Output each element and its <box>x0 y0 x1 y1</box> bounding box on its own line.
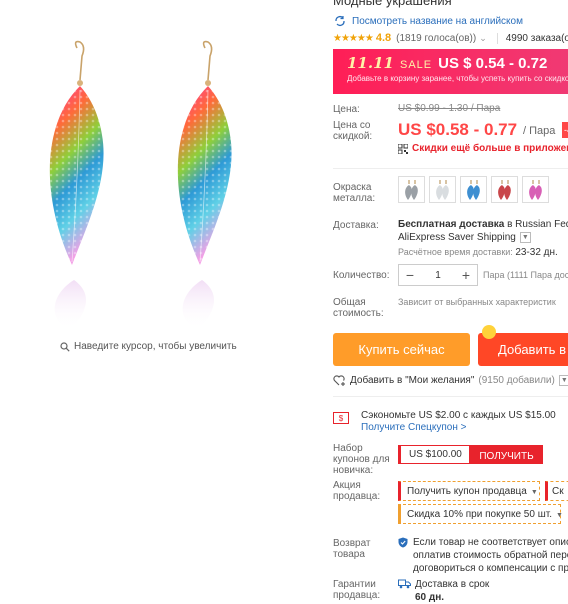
returns-line-3: договориться о компенсации с продавцом <box>413 563 568 574</box>
rating-value: 4.8 <box>375 32 392 44</box>
cart-badge <box>482 325 496 339</box>
quantity-stepper: − 1 + <box>398 264 478 286</box>
shipping-label: Доставка: <box>333 220 379 231</box>
color-swatch-silver[interactable] <box>398 176 425 203</box>
guarantee-line-2: 60 дн. <box>415 592 445 603</box>
orders-count: 4990 заказа(ов) <box>496 32 568 44</box>
delivery-time: Расчётное время доставки: 23-32 дн. <box>398 247 558 258</box>
shipping-title: Бесплатная доставка в Russian Federation <box>398 219 568 230</box>
coupon-text: Сэкономьте US $2.00 с каждых US $15.00 <box>361 410 556 421</box>
chevron-down-icon[interactable]: ▼ <box>519 232 531 243</box>
divider <box>333 396 568 397</box>
newbie-coupon-value: US $100.00 <box>398 445 470 464</box>
product-title: Модные украшения <box>333 0 452 8</box>
total-label: Общая стоимость: <box>333 297 384 319</box>
divider <box>333 168 568 169</box>
zoom-hint-text: Наведите курсор, чтобы увеличить <box>74 341 237 352</box>
quantity-input[interactable]: 1 <box>421 270 455 281</box>
heart-plus-icon <box>333 375 345 386</box>
earring-thumbnail-icon <box>466 179 480 200</box>
sale-badge: 11.11 <box>347 54 394 72</box>
svg-text:$: $ <box>339 414 344 423</box>
chevron-down-icon[interactable]: ⌄ <box>479 33 487 44</box>
returns-line-1: Если товар не соответствует описанию, <box>413 537 568 548</box>
quantity-label: Количество: <box>333 270 390 281</box>
price-unit: / Пара <box>523 125 556 137</box>
color-label: Окраска металла: <box>333 182 376 204</box>
caret-down-icon: ▼ <box>555 512 563 519</box>
product-photo[interactable] <box>30 40 290 330</box>
special-coupon: $ Сэкономьте US $2.00 с каждых US $15.00… <box>333 410 556 434</box>
earring-thumbnail-icon <box>435 179 449 200</box>
shipping-method-name[interactable]: AliExpress Saver Shipping <box>398 232 516 243</box>
quantity-available: Пара (1111 Пара доступно) <box>483 270 568 280</box>
seller-promo-label: Акция продавца: <box>333 480 381 502</box>
color-swatches <box>398 176 549 203</box>
discount-price: US $0.58 - 0.77 <box>398 120 518 139</box>
seller-discount-text[interactable]: Скидка 10% при покупке 50 шт. <box>407 509 552 520</box>
free-shipping-text: Бесплатная доставка <box>398 219 505 230</box>
guarantee-line-1: Доставка в срок <box>415 579 490 590</box>
seller-coupon-dropdown-2[interactable]: Ск <box>545 481 568 501</box>
sale-price: US $ 0.54 - 0.72 <box>438 55 548 72</box>
rating-row: ★★★★★ 4.8 (1819 голоса(ов)) ⌄ 4990 заказ… <box>333 32 568 44</box>
sale-banner[interactable]: 11.11 SALE US $ 0.54 - 0.72 Добавьте в к… <box>333 49 568 94</box>
shield-icon <box>398 537 408 548</box>
star-rating-icon: ★★★★★ <box>333 32 374 44</box>
zoom-hint: Наведите курсор, чтобы увеличить <box>60 341 237 352</box>
discount-badge: -4 <box>562 122 568 138</box>
returns-line-2: оплатив стоимость обратной пересылки, <box>413 550 568 561</box>
coupon-icon: $ <box>333 412 349 424</box>
delivery-time-label: Расчётное время доставки: <box>398 247 513 257</box>
increase-button[interactable]: + <box>455 267 477 283</box>
earring-thumbnail-icon <box>528 179 542 200</box>
color-swatch-white[interactable] <box>429 176 456 203</box>
truck-icon <box>398 579 411 589</box>
color-swatch-blue[interactable] <box>460 176 487 203</box>
seller-coupon-text[interactable]: Получить купон продавца <box>407 486 527 497</box>
guarantee-label: Гарантии продавца: <box>333 579 381 601</box>
image-pane: Наведите курсор, чтобы увеличить <box>0 0 320 604</box>
sale-subtitle: Добавьте в корзину заранее, чтобы успеть… <box>347 74 568 83</box>
newbie-coupon: US $100.00 ПОЛУЧИТЬ <box>398 445 543 464</box>
color-swatch-red-green[interactable] <box>491 176 518 203</box>
earring-right <box>177 40 232 330</box>
wishlist-row[interactable]: Добавить в "Мои желания" (9150 добавили)… <box>333 374 568 386</box>
earring-left <box>49 40 104 330</box>
shipping-destination: в Russian Federation <box>507 219 568 230</box>
wishlist-count: (9150 добавили) <box>478 374 555 386</box>
seller-coupon-dropdown[interactable]: Получить купон продавца ▼ <box>398 481 540 501</box>
decrease-button[interactable]: − <box>399 267 421 283</box>
sale-label: SALE <box>399 59 433 71</box>
returns-label: Возврат товара <box>333 538 371 560</box>
old-price: US $0.99 - 1.30 / Пара <box>398 103 501 114</box>
color-swatch-pink[interactable] <box>522 176 549 203</box>
chevron-down-icon[interactable]: ▼ <box>558 374 568 386</box>
price-label: Цена: <box>333 104 360 115</box>
newbie-coupon-label: Набор купонов для новичка: <box>333 443 390 476</box>
shipping-method[interactable]: AliExpress Saver Shipping ▼ <box>398 232 531 243</box>
seller-discount-dropdown[interactable]: Скидка 10% при покупке 50 шт. ▼ <box>398 504 563 524</box>
votes-count[interactable]: (1819 голоса(ов)) <box>396 33 476 44</box>
translate-icon <box>335 16 345 26</box>
product-details: Модные украшения Посмотреть название на … <box>333 0 568 604</box>
total-value: Зависит от выбранных характеристик <box>398 297 556 307</box>
returns-info: Если товар не соответствует описанию, оп… <box>398 536 568 575</box>
translate-link[interactable]: Посмотреть название на английском <box>333 15 523 27</box>
buy-now-button[interactable]: Купить сейчас <box>333 333 470 366</box>
guarantee-info: Доставка в срок 60 дн. <box>398 578 489 604</box>
discount-price-label: Цена со скидкой: <box>333 120 373 142</box>
caret-down-icon: ▼ <box>530 489 538 496</box>
earring-thumbnail-icon <box>404 179 418 200</box>
magnifier-icon <box>60 341 70 352</box>
delivery-time-value: 23-32 дн. <box>515 247 558 258</box>
app-promo-text[interactable]: Скидки ещё больше в приложении <box>412 143 568 154</box>
translate-link-text[interactable]: Посмотреть название на английском <box>352 16 523 27</box>
earring-thumbnail-icon <box>497 179 511 200</box>
coupon-link[interactable]: Получите Спецкупон > <box>361 422 556 434</box>
get-coupon-button[interactable]: ПОЛУЧИТЬ <box>470 445 543 464</box>
app-promo[interactable]: Скидки ещё больше в приложении <box>398 143 568 154</box>
qr-code-icon <box>398 143 408 154</box>
wishlist-text[interactable]: Добавить в "Мои желания" <box>350 375 474 386</box>
